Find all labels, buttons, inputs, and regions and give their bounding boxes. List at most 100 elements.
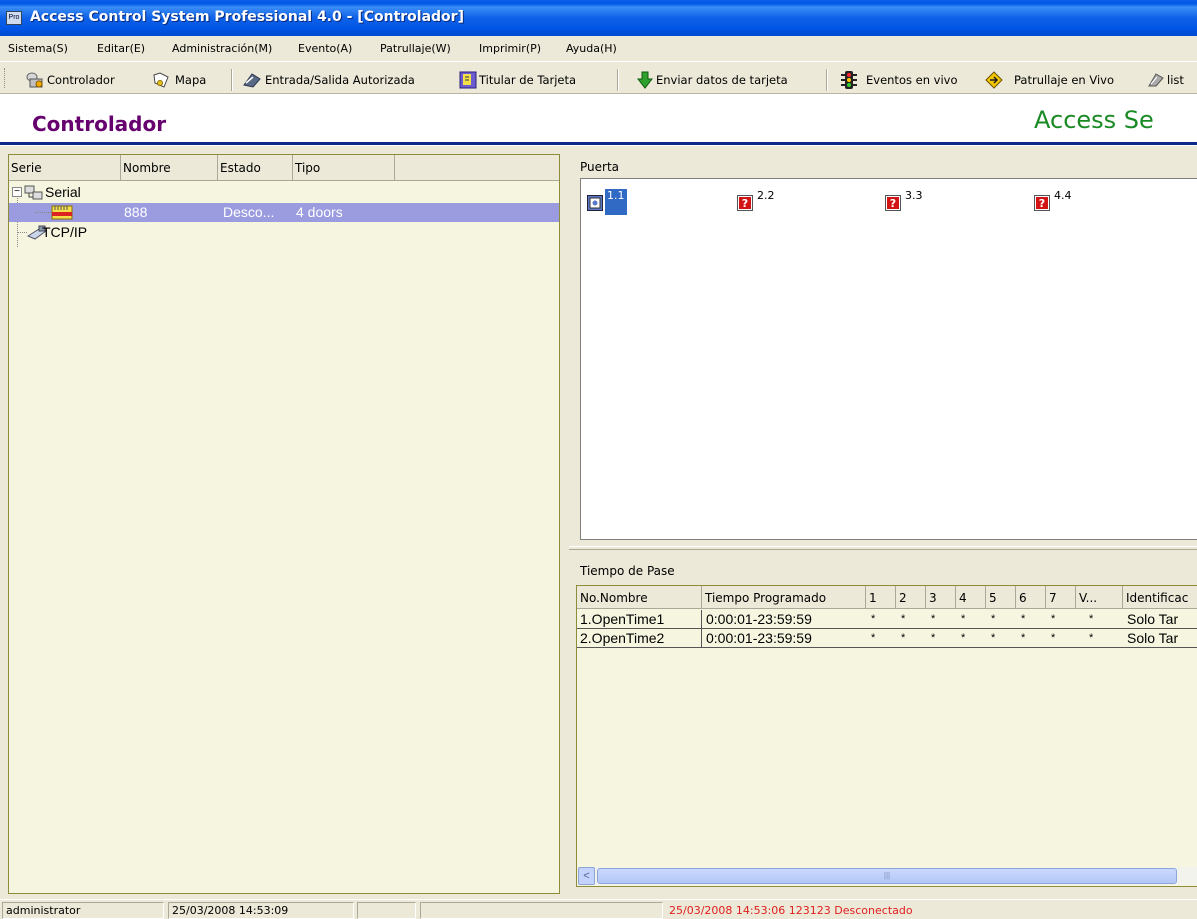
schedule-row[interactable]: 1.OpenTime1 0:00:01-23:59:59 * * * * * *… [577, 610, 1197, 629]
app-icon: Pro [6, 11, 22, 25]
status-event: 25/03/2008 14:53:06 123123 Desconectado [669, 904, 913, 917]
toolbar: Controlador Mapa Entrada/Salida Autoriza… [0, 61, 1197, 94]
schedule-day-5: * [991, 632, 996, 644]
controller-type: 4 doors [296, 204, 343, 220]
door-unknown-icon: ? [1034, 195, 1050, 211]
menu-ayuda[interactable]: Ayuda(H) [566, 42, 617, 55]
column-no-nombre[interactable]: No.Nombre [577, 586, 702, 609]
schedule-holiday: * [1089, 613, 1094, 625]
schedule-day-7: * [1051, 632, 1056, 644]
menu-imprimir[interactable]: Imprimir(P) [479, 42, 541, 55]
schedule-holiday: * [1089, 632, 1094, 644]
map-icon [153, 72, 169, 88]
tree-node-tcpip[interactable]: TCP/IP [9, 223, 559, 242]
schedule-identificacion: Solo Tar [1127, 611, 1179, 627]
column-day-6[interactable]: 6 [1016, 586, 1046, 609]
status-empty-cell [420, 902, 663, 919]
mapa-button[interactable]: Mapa [152, 70, 222, 90]
controlador-button[interactable]: Controlador [26, 70, 146, 90]
send-down-arrow-icon [636, 71, 654, 89]
enviar-datos-label: Enviar datos de tarjeta [656, 73, 788, 87]
menu-sistema[interactable]: Sistema(S) [8, 42, 68, 55]
column-identificacion[interactable]: Identificac [1123, 586, 1197, 609]
column-day-2[interactable]: 2 [896, 586, 926, 609]
column-day-4[interactable]: 4 [956, 586, 986, 609]
toolbar-separator [231, 69, 233, 91]
schedule-day-5: * [991, 613, 996, 625]
list-icon [1148, 73, 1164, 87]
svg-text:?: ? [742, 197, 748, 210]
tree-node-label: TCP/IP [42, 224, 88, 240]
lista-button[interactable]: list [1147, 70, 1197, 90]
traffic-light-icon [841, 71, 857, 89]
controller-device-icon [51, 205, 73, 220]
door-label: 1.1 [605, 189, 627, 215]
toolbar-separator [826, 69, 828, 91]
status-bar: administrator 25/03/2008 14:53:09 25/03/… [0, 899, 1197, 919]
svg-text:?: ? [1039, 197, 1045, 210]
column-estado[interactable]: Estado [218, 155, 293, 181]
door-unknown-icon: ? [885, 195, 901, 211]
schedule-day-4: * [961, 632, 966, 644]
controller-status: Desco... [223, 204, 275, 220]
column-serie[interactable]: Serie [9, 155, 121, 181]
collapse-toggle[interactable]: − [12, 187, 22, 197]
controlador-label: Controlador [47, 73, 115, 87]
eventos-vivo-button[interactable]: Eventos en vivo [840, 70, 975, 90]
tree-node-label: Serial [45, 184, 81, 200]
menu-patrullaje[interactable]: Patrullaje(W) [380, 42, 451, 55]
schedule-table[interactable]: No.Nombre Tiempo Programado 1 2 3 4 5 6 … [576, 585, 1197, 887]
column-tiempo-programado[interactable]: Tiempo Programado [702, 586, 866, 609]
schedule-day-7: * [1051, 613, 1056, 625]
lista-label: list [1167, 73, 1184, 87]
column-nombre[interactable]: Nombre [121, 155, 218, 181]
controller-name: 888 [124, 204, 148, 220]
column-day-5[interactable]: 5 [986, 586, 1016, 609]
door-active-icon [587, 195, 603, 211]
schedule-time: 0:00:01-23:59:59 [706, 611, 812, 627]
schedule-name: 2.OpenTime2 [577, 629, 702, 648]
scroll-left-arrow[interactable]: < [578, 867, 595, 885]
header-rule [0, 142, 1197, 145]
tree-connector [35, 212, 51, 213]
column-tipo[interactable]: Tipo [293, 155, 395, 181]
schedule-day-2: * [901, 613, 906, 625]
tree-connector [17, 232, 27, 233]
eventos-vivo-label: Eventos en vivo [866, 73, 958, 87]
column-day-7[interactable]: 7 [1046, 586, 1076, 609]
schedule-day-6: * [1021, 613, 1026, 625]
serial-network-icon [24, 185, 43, 200]
entrada-salida-button[interactable]: Entrada/Salida Autorizada [243, 70, 449, 90]
cardholder-icon [459, 71, 477, 89]
titular-tarjeta-label: Titular de Tarjeta [479, 73, 577, 87]
menu-evento[interactable]: Evento(A) [298, 42, 352, 55]
schedule-day-2: * [901, 632, 906, 644]
door-label: 4.4 [1054, 189, 1072, 202]
page-title: Controlador [32, 112, 167, 136]
page-header: Controlador Access Se [0, 94, 1197, 146]
tree-node-controller-888[interactable]: 888 Desco... 4 doors [9, 203, 559, 222]
schedule-row[interactable]: 2.OpenTime2 0:00:01-23:59:59 * * * * * *… [577, 629, 1197, 648]
door-unknown-icon: ? [737, 195, 753, 211]
patrullaje-vivo-button[interactable]: Patrullaje en Vivo [985, 70, 1135, 90]
schedule-day-6: * [1021, 632, 1026, 644]
toolbar-separator [617, 69, 619, 91]
doors-panel[interactable]: 1.1 ? 2.2 ? 3.3 ? 4.4 [580, 178, 1197, 540]
titular-tarjeta-button[interactable]: Titular de Tarjeta [459, 70, 604, 90]
panel-splitter[interactable] [569, 546, 1197, 550]
schedule-identificacion: Solo Tar [1127, 630, 1179, 646]
schedule-day-1: * [871, 632, 876, 644]
column-day-3[interactable]: 3 [926, 586, 956, 609]
menu-editar[interactable]: Editar(E) [97, 42, 145, 55]
column-day-1[interactable]: 1 [866, 586, 896, 609]
toolbar-grip[interactable] [4, 68, 7, 88]
horizontal-scrollbar[interactable]: < ||| [578, 867, 1197, 885]
tree-node-serial[interactable]: − Serial [9, 183, 559, 202]
scroll-thumb[interactable]: ||| [597, 868, 1177, 884]
enviar-datos-button[interactable]: Enviar datos de tarjeta [636, 70, 816, 90]
controller-tree[interactable]: Serie Nombre Estado Tipo − Serial 888 De… [8, 154, 560, 894]
column-holiday[interactable]: V... [1076, 586, 1123, 609]
schedule-time: 0:00:01-23:59:59 [706, 630, 812, 646]
title-bar: Pro Access Control System Professional 4… [0, 0, 1197, 36]
menu-administracion[interactable]: Administración(M) [172, 42, 272, 55]
